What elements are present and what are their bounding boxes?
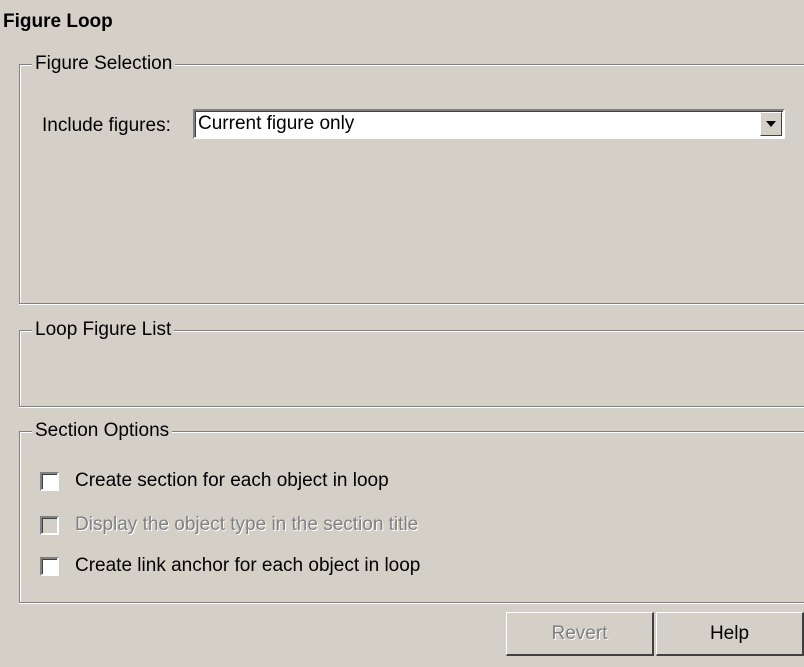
- panel-title: Figure Loop: [3, 11, 113, 32]
- revert-button[interactable]: Revert: [506, 612, 654, 656]
- create-link-anchor-checkbox[interactable]: [40, 556, 59, 576]
- figure-selection-label: Figure Selection: [32, 52, 176, 76]
- create-section-label: Create section for each object in loop: [75, 470, 389, 491]
- chevron-down-icon: [766, 121, 776, 127]
- loop-figure-list-group: Loop Figure List: [19, 318, 804, 407]
- dropdown-button[interactable]: [760, 112, 782, 136]
- display-object-type-checkbox: [40, 515, 59, 535]
- include-figures-value: Current figure only: [198, 113, 355, 134]
- help-button[interactable]: Help: [656, 612, 804, 656]
- figure-selection-group: Figure Selection Include figures: Curren…: [19, 52, 804, 304]
- include-figures-label: Include figures:: [42, 115, 171, 136]
- display-object-type-label: Display the object type in the section t…: [75, 514, 419, 535]
- display-object-type-option: Display the object type in the section t…: [40, 514, 418, 536]
- section-options-label: Section Options: [32, 419, 173, 443]
- include-figures-select[interactable]: Current figure only: [193, 109, 785, 139]
- section-options-group: Section Options Create section for each …: [19, 419, 804, 603]
- create-section-option[interactable]: Create section for each object in loop: [40, 470, 389, 492]
- create-link-anchor-label: Create link anchor for each object in lo…: [75, 555, 421, 576]
- create-section-checkbox[interactable]: [40, 471, 59, 491]
- loop-figure-list-label: Loop Figure List: [32, 318, 175, 342]
- create-link-anchor-option[interactable]: Create link anchor for each object in lo…: [40, 555, 420, 577]
